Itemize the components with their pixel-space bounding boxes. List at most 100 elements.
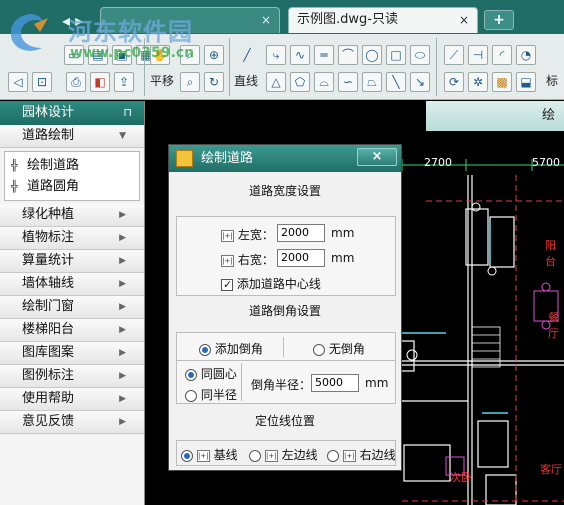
add-tab-button[interactable]: + [484, 10, 514, 30]
no-chamfer-option[interactable]: 无倒角 [313, 340, 365, 357]
chamfer-group: 添加倒角 无倒角 同圆心 同半径 倒角半径： 5000 mm [176, 332, 396, 404]
room-label: 餐厅 [548, 311, 559, 340]
menu-plant-annotation[interactable]: 植物标注 ▶ [0, 227, 144, 250]
left-edge-label: 左边线 [281, 448, 318, 462]
measure-icon[interactable]: ⬓ [516, 72, 536, 92]
chevron-right-icon: ▶ [119, 302, 126, 312]
triangle-icon[interactable]: △ [266, 72, 286, 92]
concentric-option[interactable]: 同圆心 [185, 365, 237, 382]
right-edge-radio[interactable] [327, 449, 339, 462]
tab-close-icon[interactable]: × [459, 8, 469, 32]
add-chamfer-option[interactable]: 添加倒角 [199, 340, 263, 357]
left-width-input[interactable]: 2000 [277, 224, 325, 242]
spline-icon[interactable]: ∿ [290, 45, 310, 65]
menu-planting[interactable]: 绿化种植 ▶ [0, 204, 144, 227]
watermark-url: www.pc0359.cn [70, 45, 195, 61]
menu-library-patterns[interactable]: 图库图案 ▶ [0, 342, 144, 365]
pdf-icon[interactable]: ◧ [90, 72, 110, 92]
group-divider [177, 360, 395, 361]
panel-title: 园林设计 [22, 105, 75, 120]
arc-icon[interactable]: ⌒ [338, 45, 358, 65]
panel-header: 园林设计 ⊓ [0, 101, 144, 125]
tab-close-icon[interactable]: × [261, 8, 271, 32]
fillet-icon[interactable]: ◜ [492, 45, 512, 65]
left-edge-option[interactable]: |+| 左边线 [249, 446, 318, 463]
pin-icon[interactable]: ⊓ [123, 101, 132, 125]
line-icon[interactable]: ╱ [237, 45, 257, 65]
left-width-label: 左宽： [237, 228, 274, 242]
diagonal-arrow-icon[interactable]: ↘ [410, 72, 430, 92]
width-group: |+| 左宽： 2000 mm |+| 右宽： 2000 mm 添加道路中心线 [176, 216, 396, 296]
pentagon-icon[interactable]: ⬠ [290, 72, 310, 92]
tab-label: 示例图.dwg-只读 [297, 12, 398, 27]
menu-help[interactable]: 使用帮助 ▶ [0, 388, 144, 411]
draw-road-dialog: 绘制道路 × 道路宽度设置 |+| 左宽： 2000 mm |+| 右宽： 20… [168, 144, 402, 471]
curve-icon[interactable]: ⌓ [314, 72, 334, 92]
rectangle-icon[interactable]: □ [386, 45, 406, 65]
no-chamfer-label: 无倒角 [328, 342, 365, 356]
export-icon[interactable]: ⇪ [114, 72, 134, 92]
submenu-draw-road[interactable]: ╬ 绘制道路 [5, 155, 139, 176]
add-chamfer-radio[interactable] [199, 343, 211, 356]
explode-icon[interactable]: ✲ [468, 72, 488, 92]
right-edge-option[interactable]: |+| 右边线 [327, 446, 396, 463]
polyline-icon[interactable]: ⤷ [266, 45, 286, 65]
extend-icon[interactable]: ⊣ [468, 45, 488, 65]
baseline-radio[interactable] [181, 449, 193, 462]
chevron-right-icon: ▶ [119, 256, 126, 266]
right-edge-label: 右边线 [359, 448, 396, 462]
menu-stairs-balcony[interactable]: 楼梯阳台 ▶ [0, 319, 144, 342]
same-radius-radio[interactable] [185, 389, 197, 402]
same-radius-option[interactable]: 同半径 [185, 386, 237, 403]
line-label: 直线 [234, 74, 259, 88]
zoom-extents-icon[interactable]: ⊕ [204, 45, 224, 65]
circle-icon[interactable]: ◯ [362, 45, 382, 65]
right-width-input[interactable]: 2000 [277, 249, 325, 267]
menu-feedback[interactable]: 意见反馈 ▶ [0, 411, 144, 434]
no-chamfer-radio[interactable] [313, 343, 325, 356]
trim-icon[interactable]: ⟋ [444, 45, 464, 65]
close-button[interactable]: × [357, 148, 397, 166]
back-icon[interactable]: ◁ [8, 72, 28, 92]
left-edge-radio[interactable] [249, 449, 261, 462]
zoom-realtime-icon[interactable]: ↻ [204, 72, 224, 92]
right-width-row: |+| 右宽： [221, 251, 274, 268]
print-icon[interactable]: ⎙ [66, 72, 86, 92]
hatch-icon[interactable]: ▩ [492, 72, 512, 92]
right-edge-icon: |+| [342, 449, 356, 462]
watermark-logo-icon [10, 14, 48, 51]
radius-input[interactable]: 5000 [311, 374, 359, 392]
right-width-unit: mm [331, 251, 355, 265]
tab-current-document[interactable]: 示例图.dwg-只读 × [288, 7, 478, 33]
left-width-row: |+| 左宽： [221, 226, 274, 243]
submenu-road-fillet[interactable]: ╬ 道路圆角 [5, 176, 139, 197]
freehand-icon[interactable]: ∽ [338, 72, 358, 92]
baseline-option[interactable]: |+| 基线 [181, 446, 238, 463]
chevron-right-icon: ▶ [119, 371, 126, 381]
menu-label: 意见反馈 [22, 414, 75, 429]
menu-legend-annotation[interactable]: 图例标注 ▶ [0, 365, 144, 388]
baseline-icon: |+| [196, 449, 210, 462]
double-line-icon[interactable]: ═ [314, 45, 334, 65]
menu-doors-windows[interactable]: 绘制门窗 ▶ [0, 296, 144, 319]
menu-label: 楼梯阳台 [22, 322, 75, 337]
centerline-row[interactable]: 添加道路中心线 [221, 275, 321, 292]
left-width-icon: |+| [221, 229, 234, 242]
ellipse-icon[interactable]: ⬭ [410, 45, 430, 65]
menu-road-drawing[interactable]: 道路绘制 ▼ [0, 125, 144, 148]
menu-label: 墙体轴线 [22, 276, 75, 291]
rotate-icon[interactable]: ⟳ [444, 72, 464, 92]
new-doc-icon[interactable]: ⊡ [32, 72, 52, 92]
menu-wall-axis[interactable]: 墙体轴线 ▶ [0, 273, 144, 296]
dialog-titlebar[interactable]: 绘制道路 × [169, 145, 401, 172]
centerline-checkbox[interactable] [221, 278, 233, 291]
offset-icon[interactable]: ◔ [516, 45, 536, 65]
concentric-label: 同圆心 [200, 367, 237, 381]
trapezoid-icon[interactable]: ⏢ [362, 72, 382, 92]
concentric-radio[interactable] [185, 368, 197, 381]
position-group: |+| 基线 |+| 左边线 |+| 右边线 [176, 440, 396, 466]
menu-label: 图库图案 [22, 345, 75, 360]
zoom-in-icon[interactable]: ⌕ [180, 72, 200, 92]
menu-quantity-stats[interactable]: 算量统计 ▶ [0, 250, 144, 273]
diagonal-icon[interactable]: ╲ [386, 72, 406, 92]
